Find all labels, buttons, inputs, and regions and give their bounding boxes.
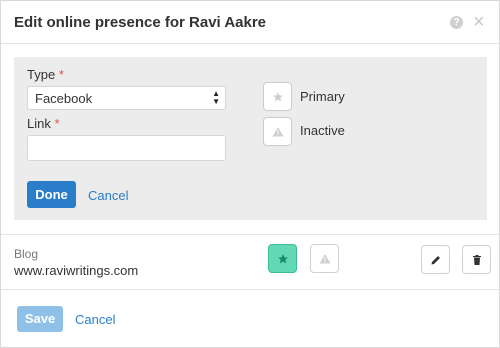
pencil-icon	[431, 255, 440, 264]
type-select[interactable]: Facebook ▲ ▼	[27, 86, 226, 110]
warning-icon	[319, 253, 330, 263]
inactive-label: Inactive	[300, 123, 345, 138]
modal-header: Edit online presence for Ravi Aakre ? ×	[1, 1, 499, 44]
primary-label: Primary	[300, 89, 345, 104]
entry-inactive-button[interactable]	[310, 244, 339, 273]
edit-cancel-link[interactable]: Cancel	[88, 188, 128, 203]
edit-online-presence-modal: Edit online presence for Ravi Aakre ? × …	[0, 0, 500, 348]
link-label-text: Link	[27, 116, 51, 131]
entry-delete-button[interactable]	[462, 245, 491, 274]
divider	[1, 234, 499, 235]
required-mark: *	[54, 116, 60, 131]
type-label: Type *	[27, 67, 64, 82]
entry-primary-button[interactable]	[268, 244, 297, 273]
warning-icon	[272, 126, 283, 136]
trash-icon	[472, 254, 481, 265]
select-arrows-icon: ▲ ▼	[212, 89, 220, 106]
entry-url: www.raviwritings.com	[14, 263, 139, 278]
link-input[interactable]	[27, 135, 226, 161]
type-label-text: Type	[27, 67, 56, 82]
type-select-value: Facebook	[35, 91, 93, 106]
entry-edit-button[interactable]	[421, 245, 450, 274]
link-label: Link *	[27, 116, 60, 131]
star-icon	[272, 91, 283, 101]
required-mark: *	[58, 67, 64, 82]
inactive-toggle-button[interactable]	[263, 117, 292, 146]
primary-toggle-button[interactable]	[263, 82, 292, 111]
help-icon[interactable]: ?	[450, 16, 463, 29]
close-icon[interactable]: ×	[473, 12, 485, 32]
save-button[interactable]: Save	[17, 306, 63, 332]
modal-title: Edit online presence for Ravi Aakre	[14, 14, 267, 31]
edit-panel: Type * Facebook ▲ ▼ Link * Primary Inacti…	[14, 57, 487, 220]
footer-cancel-link[interactable]: Cancel	[75, 312, 115, 327]
footer-divider	[1, 289, 499, 290]
done-button[interactable]: Done	[27, 181, 76, 208]
entry-type: Blog	[14, 247, 39, 261]
star-icon	[277, 253, 288, 263]
